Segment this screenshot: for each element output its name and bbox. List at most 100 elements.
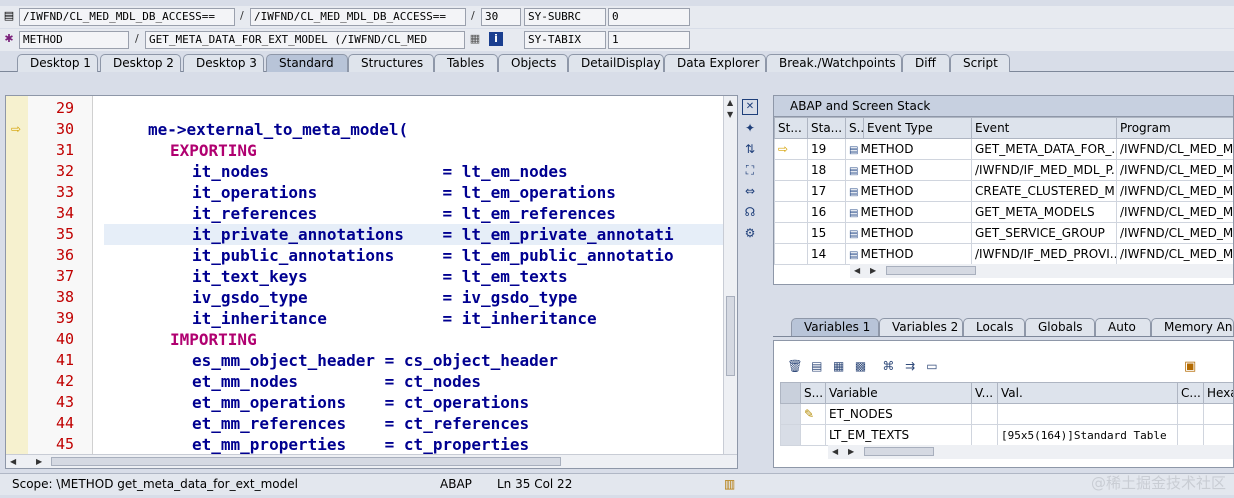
sysvar-value-field-1[interactable]: 0 (608, 8, 690, 26)
event-name-field[interactable]: GET_META_DATA_FOR_EXT_MODEL (/IWFND/CL_M… (145, 31, 465, 49)
event-type: METHOD (860, 142, 914, 156)
column-header[interactable]: Event (971, 117, 1117, 139)
new-tool-icon[interactable]: ✦ (742, 120, 758, 136)
tab-globals[interactable]: Globals (1025, 318, 1095, 336)
change-value-icon[interactable]: ✎ (804, 407, 814, 421)
scroll-left-icon[interactable]: ◀ (10, 457, 16, 466)
row-selector[interactable] (780, 424, 801, 446)
scroll-left-icon[interactable]: ◀ (854, 266, 860, 275)
variables-panel: 🗑 ▤ ▦ ▩ ⌘ ⇉ ▭ ▣ S... Variable V... Val. … (773, 340, 1234, 468)
details-icon[interactable]: ▤ (808, 359, 826, 373)
main-program-field[interactable]: /IWFND/CL_MED_MDL_DB_ACCESS== (19, 8, 235, 26)
column-header[interactable]: C... (1177, 382, 1204, 404)
stack-panel-title: ABAP and Screen Stack (774, 96, 1233, 117)
sysvar-name-field-2[interactable]: SY-TABIX (524, 31, 606, 49)
program-name: /IWFND/CL_MED_MD (1116, 222, 1233, 244)
tab-objects[interactable]: Objects (498, 54, 568, 72)
column-header[interactable]: Program (1116, 117, 1233, 139)
table-row[interactable]: 18 ▤ METHOD /IWFND/IF_MED_MDL_P... /IWFND… (774, 159, 1233, 181)
column-header[interactable]: V... (971, 382, 998, 404)
tab-variables-1[interactable]: Variables 1 (791, 318, 879, 336)
horizontal-scroll-thumb[interactable] (886, 266, 976, 275)
line-number-field[interactable]: 30 (481, 8, 521, 26)
table-row[interactable]: 16 ▤ METHOD GET_META_MODELS /IWFND/CL_MED… (774, 201, 1233, 223)
column-header[interactable]: Event Type (863, 117, 972, 139)
line-number: 45 (55, 435, 74, 453)
services-icon[interactable]: ☊ (742, 204, 758, 220)
column-header[interactable]: S... (800, 382, 826, 404)
variables-horizontal-scrollbar[interactable]: ◀ ▶ (828, 445, 1233, 459)
column-header[interactable]: Variable (825, 382, 972, 404)
include-program-field[interactable]: /IWFND/CL_MED_MDL_DB_ACCESS== (250, 8, 466, 26)
document-icon: ▥ (724, 477, 736, 491)
editor-horizontal-scrollbar[interactable]: ◀ ▶ (6, 454, 737, 468)
code-text: it_operations = lt_em_operations (192, 183, 616, 202)
table-row[interactable]: ✎ ET_NODES (780, 403, 1233, 425)
info-icon[interactable]: i (489, 32, 503, 46)
table-row[interactable]: ⇨ 19 ▤ METHOD GET_META_DATA_FOR_... /IWFN… (774, 138, 1233, 160)
calculator-icon[interactable]: ▦ (468, 32, 482, 46)
delete-icon[interactable]: 🗑 (786, 359, 804, 373)
event-type: METHOD (860, 184, 914, 198)
swap-tool-icon[interactable]: ⇅ (742, 141, 758, 157)
column-header[interactable]: S... (845, 117, 864, 139)
table-row[interactable]: 14 ▤ METHOD /IWFND/IF_MED_PROVI... /IWFND… (774, 243, 1233, 265)
tab-auto[interactable]: Auto (1095, 318, 1151, 336)
stack-level: 18 (807, 159, 846, 181)
column-header[interactable]: St... (774, 117, 808, 139)
stack-horizontal-scrollbar[interactable]: ◀ ▶ (850, 264, 1233, 278)
edit-icon[interactable]: ▦ (830, 359, 848, 373)
tab-structures[interactable]: Structures (348, 54, 434, 72)
tab-standard[interactable]: Standard (266, 54, 348, 72)
column-header[interactable]: Sta... (807, 117, 846, 139)
tab-diff[interactable]: Diff (902, 54, 950, 72)
tab-variables-2[interactable]: Variables 2 (879, 318, 963, 336)
tab-tables[interactable]: Tables (434, 54, 498, 72)
tab-desktop-2[interactable]: Desktop 2 (100, 54, 181, 72)
tab-desktop-3[interactable]: Desktop 3 (183, 54, 264, 72)
program-name: /IWFND/CL_MED_MD (1116, 180, 1233, 202)
scroll-right-icon[interactable]: ▶ (36, 457, 42, 466)
scroll-right-icon[interactable]: ▶ (848, 447, 854, 456)
horizontal-scroll-thumb[interactable] (864, 447, 934, 456)
code-text: it_private_annotations = lt_em_private_a… (192, 225, 674, 244)
method-icon: ▤ (849, 145, 859, 156)
tab-detail-display[interactable]: DetailDisplay (568, 54, 664, 72)
table-row[interactable]: 17 ▤ METHOD CREATE_CLUSTERED_M... /IWFND/… (774, 180, 1233, 202)
tab-memory-analysis[interactable]: Memory Analy (1151, 318, 1234, 336)
row-selector[interactable] (780, 403, 801, 425)
event-type-field[interactable]: METHOD (19, 31, 129, 49)
tab-script[interactable]: Script (950, 54, 1010, 72)
event-name: /IWFND/IF_MED_PROVI... (971, 243, 1117, 265)
variable-name-input[interactable]: ET_NODES (825, 403, 972, 425)
variable-name-input[interactable]: LT_EM_TEXTS (825, 424, 972, 446)
settings-icon[interactable]: ⚙ (742, 225, 758, 241)
tab-desktop-1[interactable]: Desktop 1 (17, 54, 98, 72)
sysvar-name-field-1[interactable]: SY-SUBRC (524, 8, 606, 26)
scroll-left-icon[interactable]: ◀ (832, 447, 838, 456)
table-view-icon[interactable]: ▩ (851, 359, 869, 373)
horizontal-scroll-thumb[interactable] (51, 457, 561, 466)
hierarchy-icon[interactable]: ⌘ (879, 359, 897, 373)
table-row[interactable]: 15 ▤ METHOD GET_SERVICE_GROUP /IWFND/CL_M… (774, 222, 1233, 244)
tab-break-watchpoints[interactable]: Break./Watchpoints (766, 54, 902, 72)
scroll-down-icon[interactable]: ▼ (727, 110, 733, 119)
column-header[interactable]: Val. (997, 382, 1178, 404)
vertical-scroll-thumb[interactable] (726, 296, 735, 376)
folder-icon[interactable]: ▭ (923, 359, 941, 373)
scroll-right-icon[interactable]: ▶ (870, 266, 876, 275)
sysvar-value-field-2[interactable]: 1 (608, 31, 690, 49)
import-icon[interactable]: ⇉ (901, 359, 919, 373)
close-icon[interactable]: ✕ (742, 99, 758, 115)
resize-icon[interactable]: ⇔ (742, 183, 758, 199)
column-header[interactable]: Hexa (1203, 382, 1233, 404)
tab-locals[interactable]: Locals (963, 318, 1025, 336)
tab-data-explorer[interactable]: Data Explorer (664, 54, 766, 72)
scroll-up-icon[interactable]: ▲ (727, 98, 733, 107)
save-icon[interactable]: ▣ (1184, 359, 1196, 374)
line-number: 32 (55, 162, 74, 180)
maximize-icon[interactable]: ⛶ (742, 162, 758, 178)
editor-vertical-scrollbar[interactable]: ▲ ▼ (723, 96, 737, 456)
table-row[interactable]: LT_EM_TEXTS [95x5(164)]Standard Table (780, 424, 1233, 446)
source-code-editor[interactable]: 29 ⇨ 30 me->external_to_meta_model( 31 E… (5, 95, 738, 469)
